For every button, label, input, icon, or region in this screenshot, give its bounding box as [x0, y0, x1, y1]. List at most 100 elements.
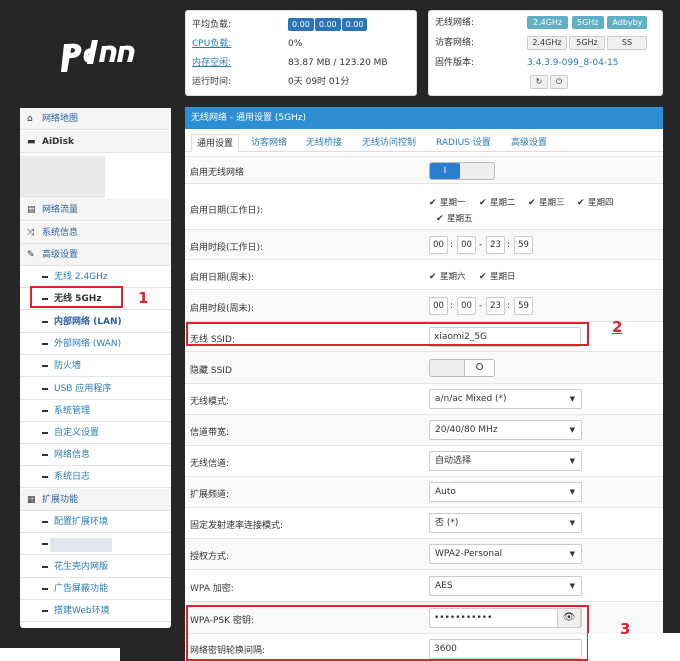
sidebar-item-usb[interactable]: USB 应用程序 [20, 378, 171, 400]
sidebar-item-label: 高级设置 [42, 250, 79, 260]
sidebar-item-wireless-24[interactable]: 无线 2.4GHz [20, 266, 171, 288]
guest-label: 访客网络: [435, 38, 475, 48]
annotation-box-1 [30, 286, 123, 308]
bandwidth-select[interactable]: 20/40/80 MHz ▼ [429, 420, 582, 440]
mode-select[interactable]: a/n/ac Mixed (*) ▼ [429, 389, 582, 409]
sidebar-item-label: 广告屏蔽功能 [54, 584, 109, 594]
weekend-dates-label: 启用日期(周末): [190, 273, 255, 283]
version-value[interactable]: 3.4.3.9-099_8-04-15 [527, 58, 619, 68]
check-icon: ✔ [429, 198, 437, 208]
sidebar-item-web-env[interactable]: 搭建Web环境 [20, 600, 171, 622]
checkbox-sat[interactable]: ✔ 星期六 [429, 270, 466, 282]
sidebar-item-custom[interactable]: 自定义设置 [20, 422, 171, 444]
weekend-end-min[interactable]: 59 [514, 297, 533, 315]
guest-row: 访客网络: 2.4GHz 5GHz SS [435, 35, 649, 51]
sidebar-item-label: 搭建Web环境 [54, 606, 110, 616]
tab-general[interactable]: 通用设置 [191, 134, 240, 152]
auth-select[interactable]: WPA2-Personal ▼ [429, 544, 582, 564]
weekday-end-hour[interactable]: 23 [486, 236, 505, 254]
mem-link[interactable]: 内存空闲: [192, 55, 288, 71]
tab-access-control[interactable]: 无线访问控制 [362, 134, 416, 152]
sidebar-item-syslog[interactable]: 系统日志 [20, 466, 171, 488]
checkbox-fri[interactable]: ✔ 星期五 [436, 212, 473, 224]
sidebar-item-label: 防火墙 [54, 361, 82, 371]
fixed-rate-row: 固定发射速率连接模式: 否 (*) ▼ [185, 507, 663, 538]
wireless-5-button[interactable]: 5GHz [572, 16, 604, 29]
caret-down-icon: ▼ [569, 582, 575, 590]
weekday-times-label: 启用时段(工作日): [190, 243, 264, 253]
sidebar-item-sysinfo[interactable]: ⤨ 系统信息 [20, 222, 171, 244]
sidebar-item-adblock[interactable]: 广告屏蔽功能 [20, 578, 171, 600]
ext-channel-select[interactable]: Auto ▼ [429, 482, 582, 502]
hdd-icon: ▬ [27, 137, 36, 147]
main-panel: 无线网络 - 通用设置 (5GHz) 通用设置 访客网络 无线桥接 无线访问控制… [185, 107, 663, 661]
checkbox-wed[interactable]: ✔ 星期三 [528, 196, 565, 208]
sidebar-item-wan[interactable]: 外部网络 (WAN) [20, 333, 171, 355]
enable-wireless-row: 启用无线网络 I [185, 156, 663, 183]
firmware-panel: 无线网络: 2.4GHz 5GHz Adbyby 访客网络: 2.4GHz 5GHz S… [428, 10, 663, 96]
channel-select[interactable]: 自动选择 ▼ [429, 451, 582, 471]
auth-label: 授权方式: [190, 552, 230, 562]
channel-label: 无线信道: [190, 459, 230, 469]
sidebar-item-label: 系统信息 [42, 228, 79, 238]
tab-bridge[interactable]: 无线桥接 [306, 134, 342, 152]
fixed-rate-select[interactable]: 否 (*) ▼ [429, 513, 582, 533]
enable-wireless-label: 启用无线网络 [190, 168, 245, 178]
sidebar-item-label: 网络流量 [42, 205, 79, 215]
version-label: 固件版本: [435, 58, 475, 68]
annotation-box-2 [186, 322, 589, 346]
system-stats-panel: 平均负载: 0.00 0.00 0.00 CPU负载: 0% 内存空闲: 83.87 MB… [185, 10, 417, 96]
adbyby-button[interactable]: Adbyby [607, 16, 648, 29]
time-colon: : [450, 301, 454, 311]
guest-24-button[interactable]: 2.4GHz [527, 36, 567, 50]
sidebar-item-firewall[interactable]: 防火墙 [20, 355, 171, 377]
sidebar-item-admin[interactable]: 系统管理 [20, 400, 171, 422]
tab-advanced[interactable]: 高级设置 [511, 134, 547, 152]
home-icon: ⌂ [27, 114, 33, 124]
sidebar-item-label: 配置扩展环境 [54, 517, 109, 527]
tab-guest[interactable]: 访客网络 [251, 134, 287, 152]
annotation-1: 1 [138, 289, 149, 307]
checkbox-thu[interactable]: ✔ 星期四 [577, 196, 614, 208]
sidebar-item-ext-env[interactable]: 配置扩展环境 [20, 511, 171, 533]
sidebar-item-extension[interactable]: ▦ 扩展功能 [20, 489, 171, 511]
sidebar-item-lan[interactable]: 内部网络 (LAN) [20, 311, 171, 333]
cpu-link[interactable]: CPU负载: [192, 36, 288, 52]
hide-ssid-toggle[interactable]: O [429, 359, 495, 377]
checkbox-tue[interactable]: ✔ 星期二 [479, 196, 516, 208]
tab-radius[interactable]: RADIUS 设置 [436, 134, 491, 152]
sidebar-item-aidisk[interactable]: ▬ AiDisk [20, 131, 171, 153]
sidebar-item-network-map[interactable]: ⌂ 网络地图 [20, 108, 171, 130]
sidebar-item-netinfo[interactable]: 网络信息 [20, 444, 171, 466]
encryption-select[interactable]: AES ▼ [429, 576, 582, 596]
weekend-start-min[interactable]: 00 [457, 297, 476, 315]
check-icon: ✔ [577, 198, 585, 208]
enable-wireless-toggle[interactable]: I [429, 162, 495, 180]
sidebar-item-advanced[interactable]: ✎ 高级设置 [20, 244, 171, 266]
sidebar-item-traffic[interactable]: ▤ 网络流量 [20, 199, 171, 221]
guest-5-button[interactable]: 5GHz [569, 36, 605, 50]
check-icon: ✔ [528, 198, 536, 208]
time-dash: - [479, 240, 483, 250]
wireless-row: 无线网络: 2.4GHz 5GHz Adbyby [435, 15, 648, 31]
weekend-start-hour[interactable]: 00 [429, 297, 448, 315]
bandwidth-value: 20/40/80 MHz [435, 425, 498, 435]
weekend-end-hour[interactable]: 23 [486, 297, 505, 315]
sidebar-item-peanut[interactable]: 花生壳内网版 [20, 556, 171, 578]
weekday-start-min[interactable]: 00 [457, 236, 476, 254]
checkbox-mon[interactable]: ✔ 星期一 [429, 196, 466, 208]
time-colon: : [507, 240, 511, 250]
load-1: 0.00 [288, 18, 314, 31]
reboot-icon[interactable]: ↻ [530, 75, 548, 89]
wireless-24-button[interactable]: 2.4GHz [527, 16, 569, 29]
ext-channel-value: Auto [435, 487, 456, 497]
sidebar-item-label: 花生壳内网版 [54, 562, 109, 572]
power-icon[interactable]: ⏻ [550, 75, 568, 89]
channel-value: 自动选择 [435, 456, 472, 466]
sidebar-item-label: 内部网络 (LAN) [54, 317, 122, 327]
checkbox-sun[interactable]: ✔ 星期日 [479, 270, 516, 282]
weekday-end-min[interactable]: 59 [514, 236, 533, 254]
weekday-start-hour[interactable]: 00 [429, 236, 448, 254]
ss-button[interactable]: SS [607, 36, 647, 50]
load-label: 平均负载: [192, 20, 232, 30]
